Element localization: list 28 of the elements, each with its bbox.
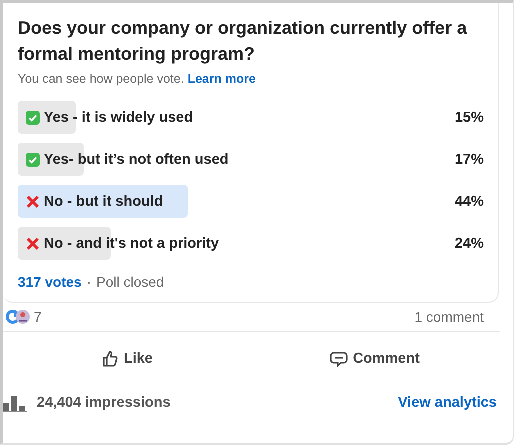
poll-question: Does your company or organization currently offer a formal mentoring program? (18, 17, 468, 66)
option-label: Yes - it is widely used (44, 110, 194, 126)
check-icon (26, 152, 40, 166)
reaction-count[interactable]: 7 (34, 309, 42, 325)
cross-icon (26, 236, 40, 250)
vote-count[interactable]: 317 votes (18, 274, 82, 290)
like-button[interactable]: Like (3, 344, 251, 374)
option-percent: 44% (454, 194, 484, 210)
comment-button[interactable]: Comment (251, 344, 499, 374)
poll-status: Poll closed (96, 274, 164, 290)
learn-more-link[interactable]: Learn more (188, 72, 256, 86)
option-percent: 15% (454, 110, 484, 126)
poll-note: You can see how people vote. Learn more (18, 72, 257, 86)
check-icon (26, 110, 40, 124)
speech-bubble-icon (330, 350, 348, 368)
bar-chart-icon (3, 394, 27, 412)
separator-dot: · (86, 274, 92, 290)
view-analytics-link[interactable]: View analytics (398, 395, 497, 411)
option-label: No - and it's not a priority (44, 236, 220, 252)
option-label: Yes- but it’s not often used (44, 152, 229, 168)
option-percent: 17% (454, 152, 484, 168)
reaction-icons[interactable] (6, 310, 30, 324)
option-label: No - but it should (44, 194, 164, 210)
cross-icon (26, 194, 40, 208)
thumbs-up-icon (100, 350, 119, 368)
option-percent: 24% (454, 236, 484, 252)
impressions-count: 24,404 impressions (37, 395, 171, 411)
comment-count[interactable]: 1 comment (414, 309, 484, 325)
